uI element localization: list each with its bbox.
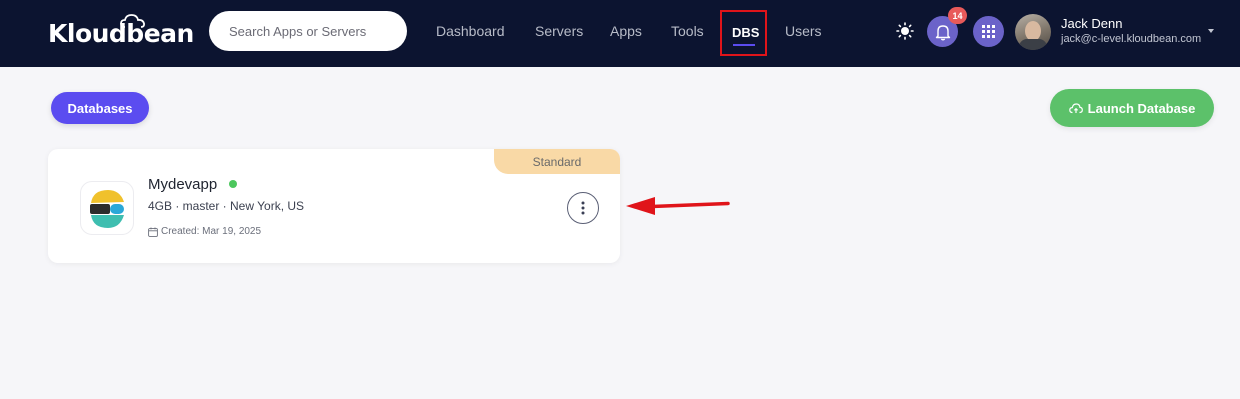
created-label: Created: Mar 19, 2025 <box>161 226 262 237</box>
active-nav-underline <box>733 44 755 46</box>
database-meta: 4GB · master · New York, US <box>148 199 305 213</box>
arrow-annotation-icon <box>626 197 730 215</box>
bell-icon <box>935 24 950 40</box>
caret-down-icon[interactable] <box>1208 29 1214 33</box>
nav-apps[interactable]: Apps <box>610 23 642 39</box>
nav-dbs[interactable]: DBS <box>732 25 759 40</box>
sun-icon[interactable] <box>896 22 914 40</box>
user-name[interactable]: Jack Denn <box>1061 16 1122 31</box>
apps-grid-button[interactable] <box>973 16 1004 47</box>
tab-databases[interactable]: Databases <box>51 92 149 124</box>
avatar-face <box>1025 21 1041 41</box>
top-navbar: Kloudbean Dashboard Servers Apps Tools D… <box>0 0 1240 67</box>
nav-users[interactable]: Users <box>785 23 822 39</box>
nav-tools[interactable]: Tools <box>671 23 704 39</box>
database-card[interactable]: Standard Mydevapp 4GB · master · New Yor… <box>48 149 620 263</box>
grid-icon <box>982 25 995 38</box>
nav-dashboard[interactable]: Dashboard <box>436 23 505 39</box>
elasticsearch-icon <box>90 190 124 228</box>
kloudbean-logo[interactable]: Kloudbean <box>48 14 194 49</box>
cloud-icon <box>120 14 145 28</box>
user-email[interactable]: jack@c-level.kloudbean.com <box>1061 33 1201 45</box>
cloud-upload-icon <box>1068 102 1083 113</box>
more-options-button[interactable] <box>567 192 599 224</box>
notification-count-badge: 14 <box>948 7 967 24</box>
avatar-shirt <box>1019 39 1047 50</box>
database-logo <box>80 181 134 235</box>
nav-servers[interactable]: Servers <box>535 23 583 39</box>
nav-dbs-highlight[interactable]: DBS <box>720 10 767 56</box>
launch-database-label: Launch Database <box>1087 100 1196 116</box>
calendar-icon <box>148 227 158 237</box>
plan-badge: Standard <box>494 149 620 174</box>
launch-database-button[interactable]: Launch Database <box>1050 89 1214 127</box>
status-indicator <box>229 180 237 188</box>
database-created-date: Created: Mar 19, 2025 <box>148 226 261 237</box>
search-input[interactable] <box>209 11 407 51</box>
more-vertical-icon <box>581 201 585 215</box>
user-avatar[interactable] <box>1015 14 1051 50</box>
database-name[interactable]: Mydevapp <box>148 176 217 193</box>
